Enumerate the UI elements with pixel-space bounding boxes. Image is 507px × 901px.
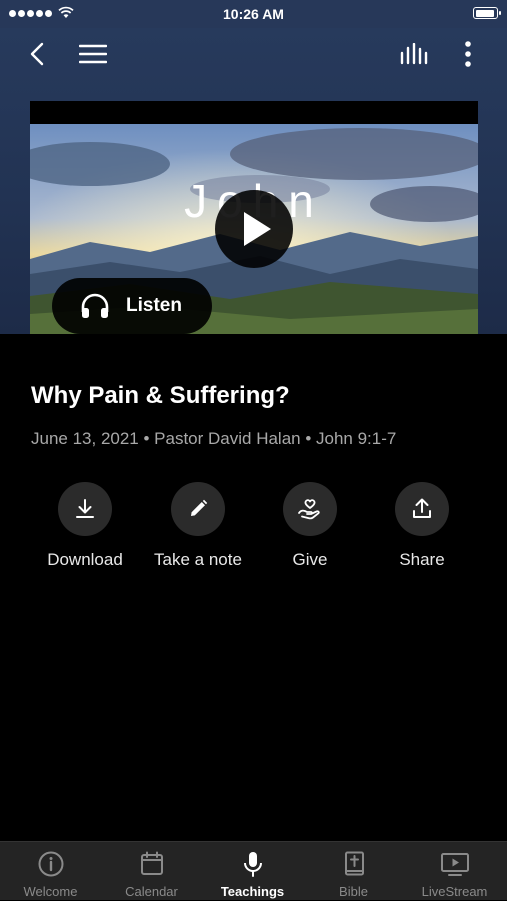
tab-welcome-label: Welcome bbox=[23, 884, 78, 899]
play-button[interactable] bbox=[215, 190, 293, 268]
tab-bible[interactable]: Bible bbox=[303, 842, 404, 901]
tab-teachings[interactable]: Teachings bbox=[202, 842, 303, 901]
header: John Listen bbox=[0, 28, 507, 334]
download-button[interactable]: Download bbox=[29, 482, 141, 570]
share-upload-icon bbox=[413, 498, 431, 518]
play-icon bbox=[244, 212, 271, 246]
back-button[interactable] bbox=[22, 38, 54, 70]
pencil-icon bbox=[191, 499, 208, 516]
give-button[interactable]: Give bbox=[254, 482, 366, 570]
tab-livestream-label: LiveStream bbox=[421, 884, 488, 899]
tab-bar: Welcome Calendar Teachings Bible LiveStr… bbox=[0, 841, 507, 900]
info-icon bbox=[38, 851, 63, 877]
tv-play-icon bbox=[440, 853, 469, 876]
take-note-label: Take a note bbox=[154, 550, 242, 569]
battery-icon bbox=[473, 7, 501, 19]
take-note-button[interactable]: Take a note bbox=[142, 482, 254, 570]
give-hand-heart-icon bbox=[298, 499, 320, 520]
tab-calendar[interactable]: Calendar bbox=[101, 842, 202, 901]
calendar-icon bbox=[140, 851, 163, 875]
tab-bible-label: Bible bbox=[339, 884, 368, 899]
menu-icon bbox=[79, 44, 107, 64]
more-options-button[interactable] bbox=[452, 38, 484, 70]
listen-label: Listen bbox=[126, 295, 182, 316]
sermon-meta: June 13, 2021 • Pastor David Halan • Joh… bbox=[31, 429, 397, 448]
status-time: 10:26 AM bbox=[223, 6, 284, 22]
download-icon bbox=[76, 499, 94, 518]
share-label: Share bbox=[399, 550, 445, 569]
listen-button[interactable]: Listen bbox=[52, 278, 212, 334]
download-label: Download bbox=[47, 550, 123, 569]
audio-button[interactable] bbox=[396, 38, 434, 70]
status-bar: 10:26 AM bbox=[0, 0, 507, 28]
sermon-title: Why Pain & Suffering? bbox=[31, 382, 290, 409]
tab-calendar-label: Calendar bbox=[125, 884, 178, 899]
microphone-icon bbox=[243, 852, 262, 877]
tab-teachings-label: Teachings bbox=[220, 884, 285, 899]
tab-livestream[interactable]: LiveStream bbox=[404, 842, 505, 901]
bible-icon bbox=[344, 851, 364, 876]
share-button[interactable]: Share bbox=[366, 482, 478, 570]
more-vertical-icon bbox=[465, 41, 471, 67]
audio-bars-icon bbox=[400, 43, 428, 65]
tab-welcome[interactable]: Welcome bbox=[0, 842, 101, 901]
menu-button[interactable] bbox=[76, 38, 110, 70]
back-icon bbox=[30, 42, 44, 66]
video-player[interactable]: John Listen bbox=[30, 101, 478, 334]
headphones-icon bbox=[81, 293, 109, 318]
give-label: Give bbox=[292, 550, 328, 569]
